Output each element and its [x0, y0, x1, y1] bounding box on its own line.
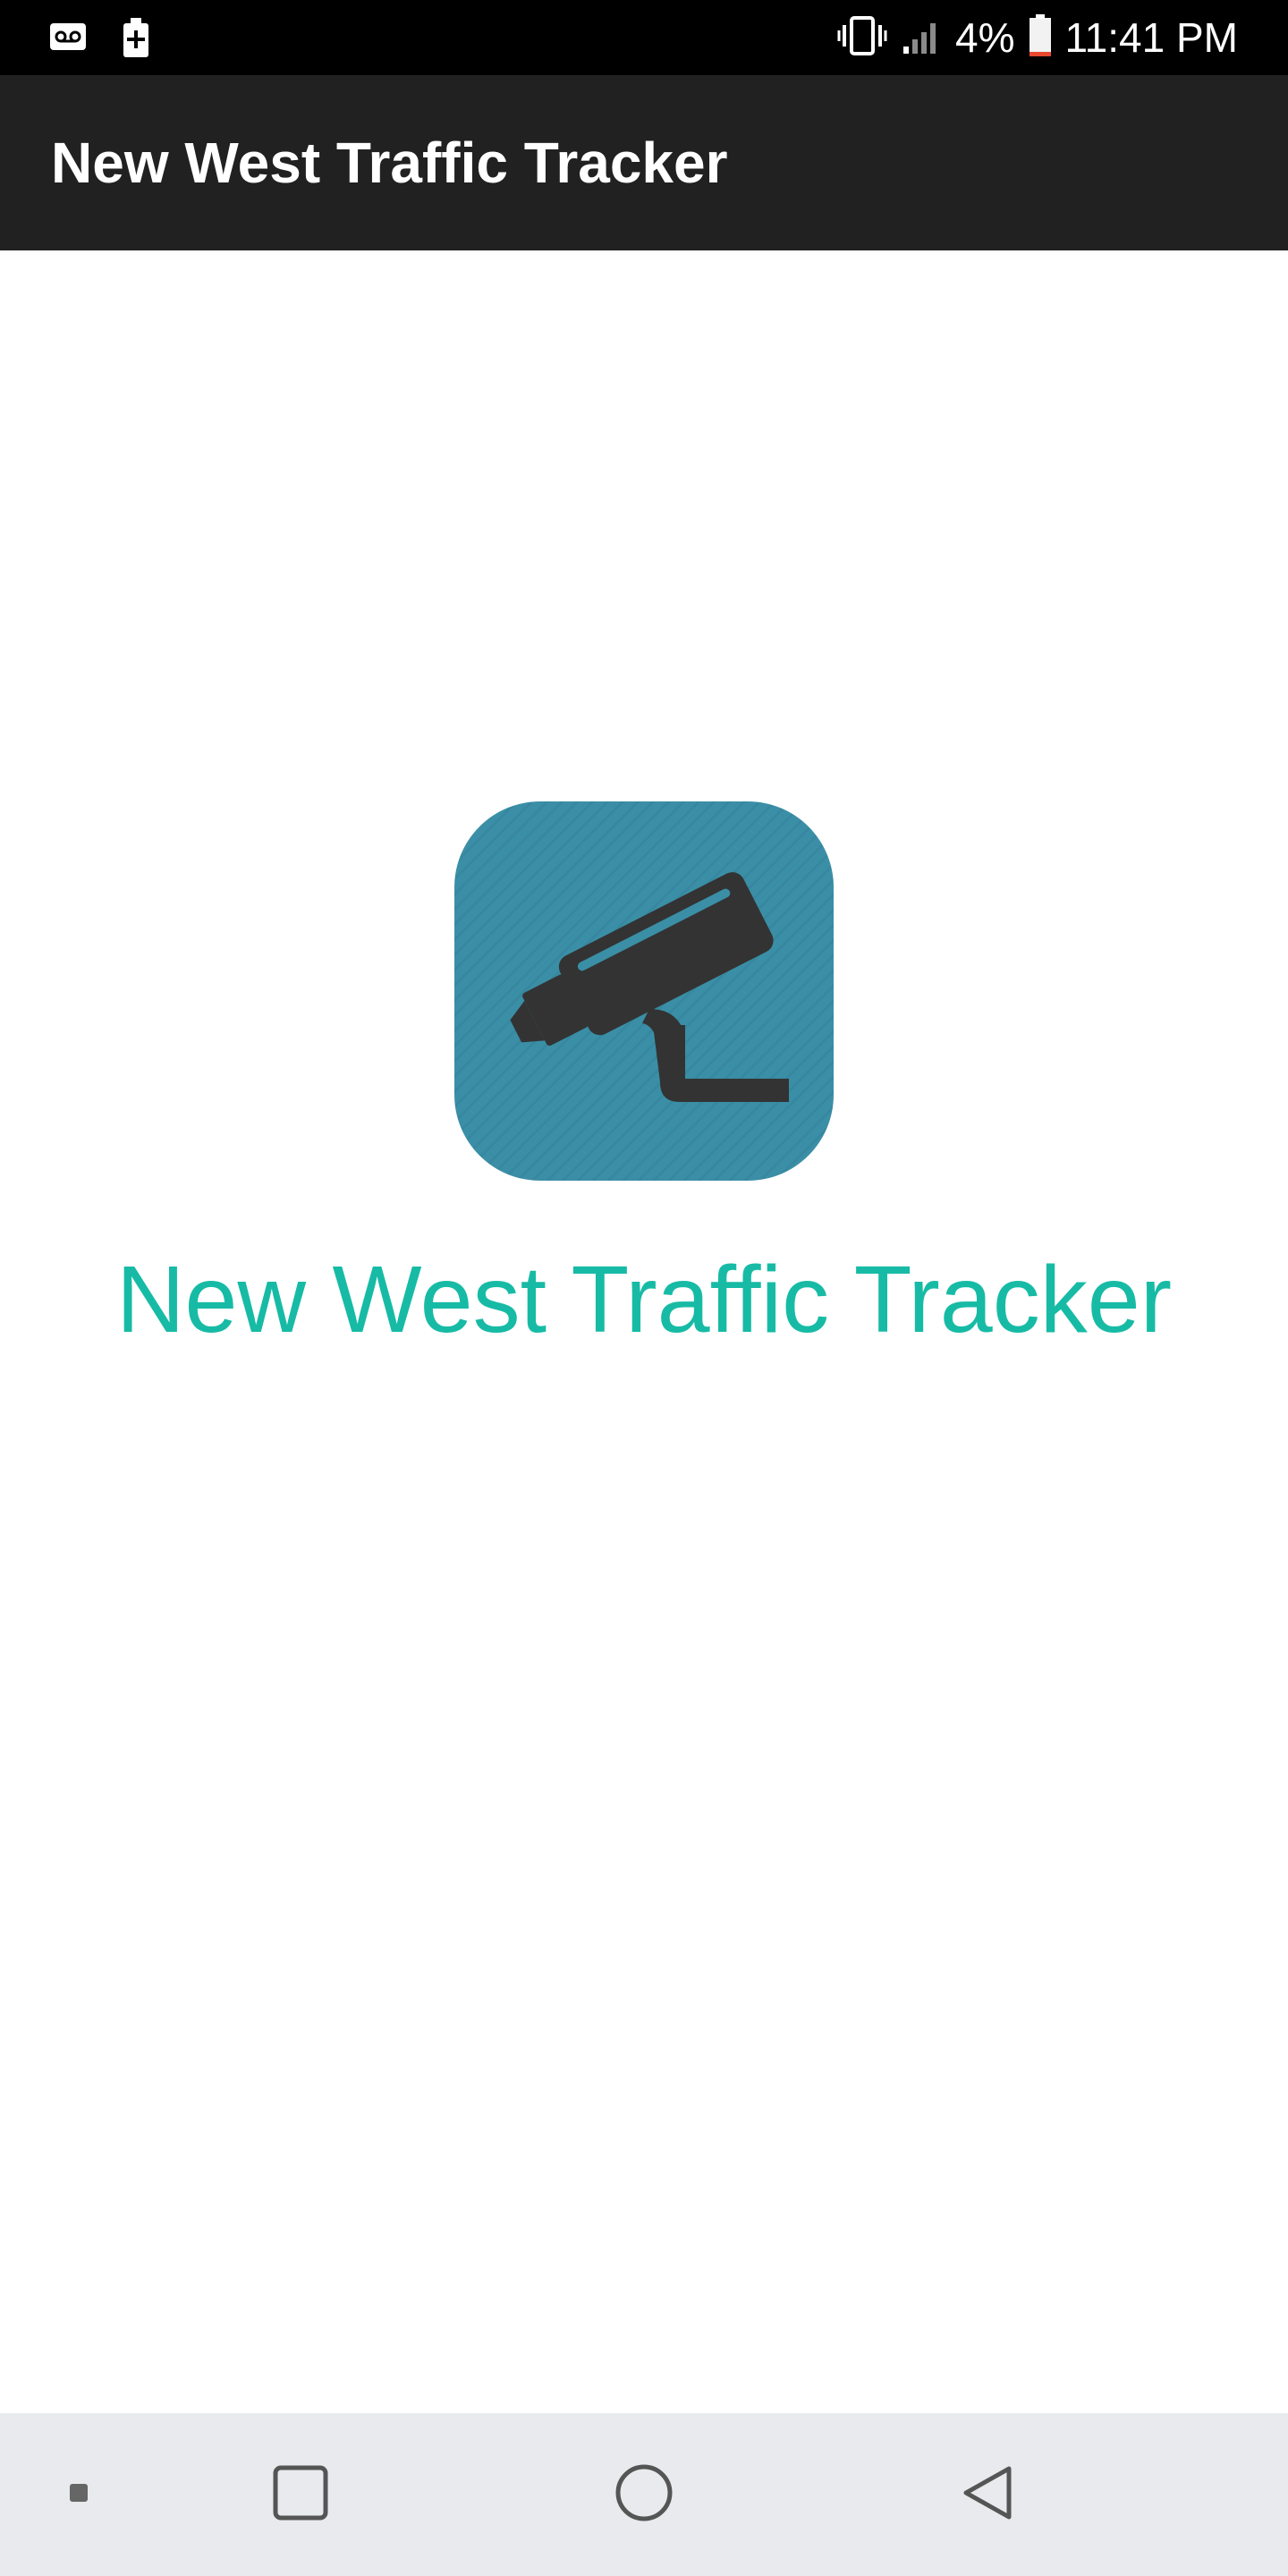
recents-icon — [272, 2464, 329, 2526]
app-bar: New West Traffic Tracker — [0, 75, 1288, 250]
status-right-group: 4% 11:41 PM — [837, 0, 1238, 75]
app-bar-title: New West Traffic Tracker — [51, 131, 728, 195]
status-bar: 4% 11:41 PM — [0, 0, 1288, 75]
dot-icon — [68, 2482, 89, 2508]
splash-title: New West Traffic Tracker — [115, 1247, 1173, 1352]
battery-saver-icon — [118, 16, 154, 64]
home-icon — [614, 2463, 674, 2527]
recents-button[interactable] — [229, 2413, 372, 2576]
security-camera-icon — [454, 801, 834, 1181]
navigation-bar — [0, 2413, 1288, 2576]
vibrate-icon — [837, 14, 887, 62]
back-icon — [961, 2464, 1014, 2526]
clock: 11:41 PM — [1064, 14, 1238, 61]
home-button[interactable] — [572, 2413, 716, 2576]
battery-percent: 4% — [955, 14, 1015, 61]
back-button[interactable] — [916, 2413, 1059, 2576]
battery-icon — [1028, 13, 1053, 63]
notification-dot-button[interactable] — [36, 2413, 122, 2576]
signal-icon — [900, 14, 943, 62]
voicemail-icon — [47, 16, 89, 64]
